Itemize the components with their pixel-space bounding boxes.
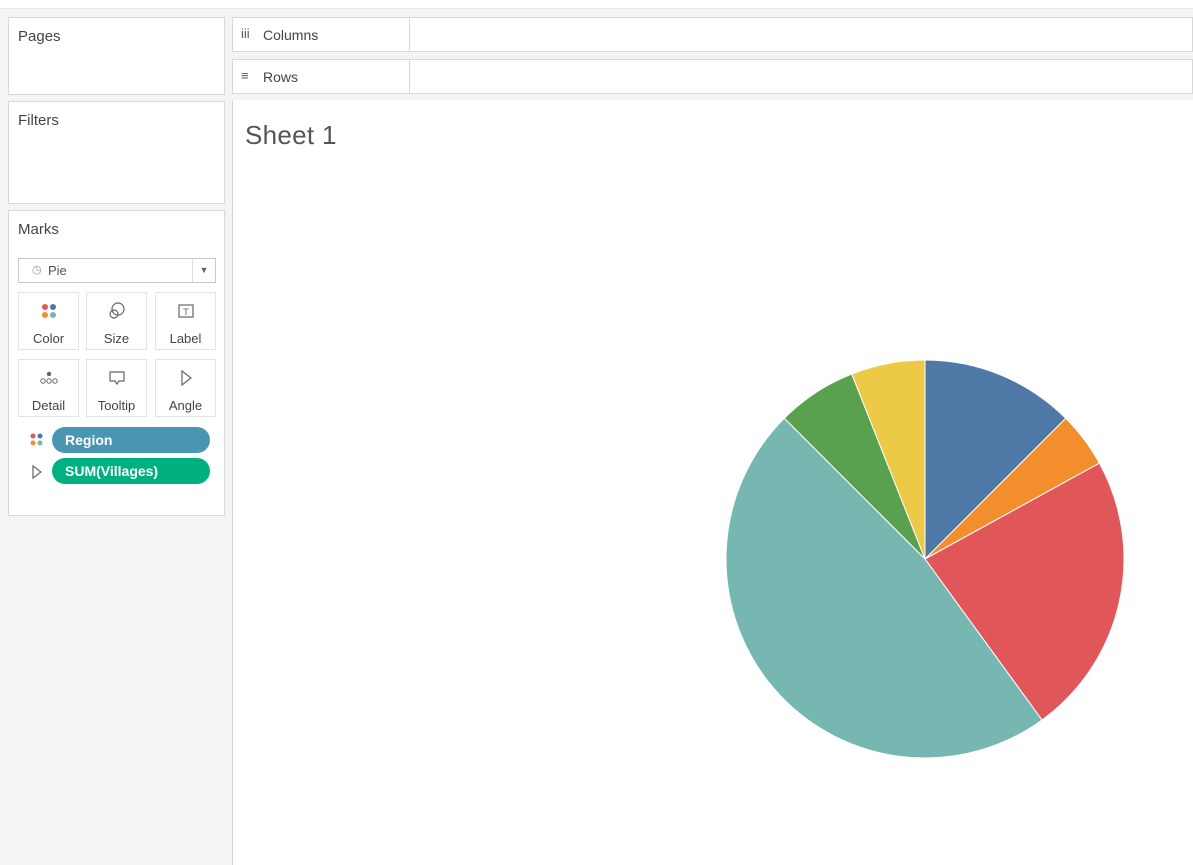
size-icon xyxy=(87,301,146,321)
angle-icon xyxy=(156,368,215,388)
color-button-label: Color xyxy=(32,331,65,346)
region-pill[interactable]: Region xyxy=(52,427,210,453)
label-button-label: Label xyxy=(169,331,202,346)
chevron-down-icon[interactable]: ▼ xyxy=(192,259,215,282)
color-button[interactable]: Color xyxy=(18,292,79,350)
angle-button-label: Angle xyxy=(168,398,203,413)
color-encoding-icon xyxy=(29,432,45,453)
filters-shelf[interactable]: Filters xyxy=(8,101,225,204)
rows-shelf[interactable]: ≡ Rows xyxy=(232,59,1193,94)
mark-type-dropdown[interactable]: ◷ Pie ▼ xyxy=(18,258,216,283)
detail-dots-icon xyxy=(19,368,78,388)
color-dots-icon xyxy=(19,301,78,321)
detail-button[interactable]: Detail xyxy=(18,359,79,417)
angle-button[interactable]: Angle xyxy=(155,359,216,417)
sum-villages-pill[interactable]: SUM(Villages) xyxy=(52,458,210,484)
label-button[interactable]: T Label xyxy=(155,292,216,350)
columns-shelf-label-area: iii Columns xyxy=(233,18,410,51)
tooltip-button-label: Tooltip xyxy=(97,398,136,413)
marks-card-title: Marks xyxy=(18,221,59,238)
columns-icon: iii xyxy=(241,26,250,41)
filters-shelf-title: Filters xyxy=(18,112,59,129)
rows-icon: ≡ xyxy=(241,68,249,83)
tooltip-button[interactable]: Tooltip xyxy=(86,359,147,417)
mark-type-value: Pie xyxy=(48,263,67,278)
marks-card: Marks ◷ Pie ▼ Color Size T Label Detail … xyxy=(8,210,225,516)
rows-shelf-label: Rows xyxy=(263,69,299,85)
columns-shelf[interactable]: iii Columns xyxy=(232,17,1193,52)
pages-shelf-title: Pages xyxy=(18,28,61,45)
top-toolbar-strip xyxy=(0,0,1193,9)
pages-shelf[interactable]: Pages xyxy=(8,17,225,95)
size-button[interactable]: Size xyxy=(86,292,147,350)
worksheet-view[interactable]: Sheet 1 xyxy=(232,100,1193,865)
rows-shelf-label-area: ≡ Rows xyxy=(233,60,410,93)
tooltip-icon xyxy=(87,368,146,388)
columns-shelf-label: Columns xyxy=(263,27,319,43)
size-button-label: Size xyxy=(103,331,130,346)
angle-encoding-icon xyxy=(29,464,45,485)
label-icon: T xyxy=(156,301,215,321)
detail-button-label: Detail xyxy=(31,398,66,413)
pie-icon: ◷ xyxy=(32,264,42,276)
pie-chart xyxy=(725,359,1125,759)
svg-text:T: T xyxy=(182,308,189,318)
